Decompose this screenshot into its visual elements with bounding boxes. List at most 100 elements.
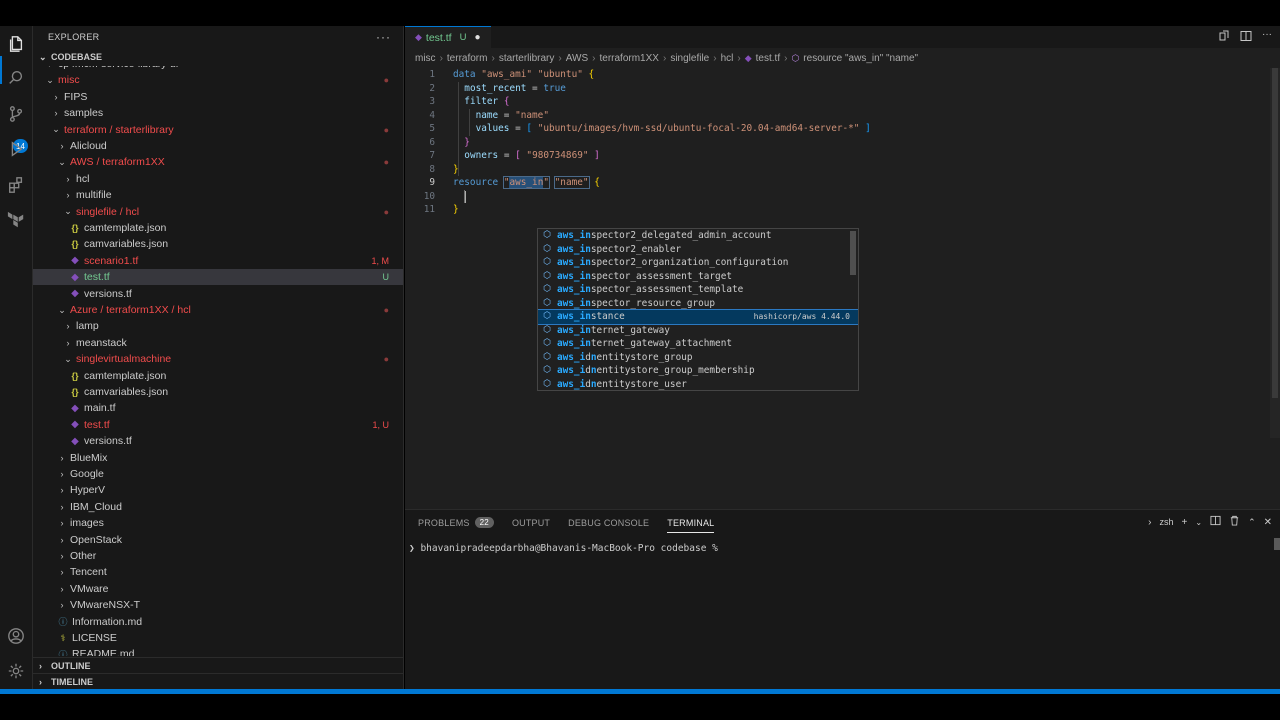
source-control-icon[interactable]	[6, 104, 26, 124]
tree-folder[interactable]: ⌄ singlevirtualmachine ●	[33, 351, 403, 367]
tree-file[interactable]: ◆ scenario1.tf 1, M	[33, 253, 403, 269]
tree-folder[interactable]: › Other	[33, 548, 403, 564]
suggestion-item[interactable]: ⬡ aws_i d n entitystore_user	[538, 378, 858, 391]
breadcrumb-item[interactable]: terraform1XX	[600, 53, 659, 64]
terraform-icon[interactable]	[6, 210, 26, 230]
breadcrumb-item[interactable]: singlefile	[670, 53, 709, 64]
tab-terminal[interactable]: TERMINAL	[667, 510, 715, 535]
suggestion-item[interactable]: ⬡ aws_in spector2_organization_configurati…	[538, 256, 858, 270]
chevron-right-icon: ›	[60, 485, 64, 496]
tree-file[interactable]: {} camtemplate.json	[33, 220, 403, 236]
tree-folder[interactable]: ›cp4mcm-service-library-ui	[33, 66, 403, 72]
symbol-class-icon: ⬡	[543, 338, 551, 348]
suggestion-item[interactable]: ⬡ aws_i d n entitystore_group	[538, 351, 858, 365]
tree-folder[interactable]: › meanstack	[33, 335, 403, 351]
split-terminal-icon[interactable]	[1210, 515, 1221, 529]
tree-folder[interactable]: › FIPS	[33, 89, 403, 105]
tab-debug-console[interactable]: DEBUG CONSOLE	[568, 510, 649, 535]
tree-file[interactable]: ◆ main.tf	[33, 400, 403, 416]
tree-folder[interactable]: ⌄ terraform / starterlibrary ●	[33, 122, 403, 138]
tree-file[interactable]: ◆ versions.tf	[33, 286, 403, 302]
tree-file[interactable]: {} camtemplate.json	[33, 368, 403, 384]
top-letterbox	[0, 0, 1280, 26]
suggestion-item[interactable]: ⬡ aws_in stance hashicorp/aws 4.44.0	[538, 309, 858, 325]
symbol-class-icon: ⬡	[543, 378, 551, 389]
more-actions-icon[interactable]: ···	[1262, 30, 1274, 42]
tree-file[interactable]: ⚕ LICENSE	[33, 630, 403, 646]
chevron-down-icon[interactable]: ⌄	[1195, 518, 1202, 527]
suggestion-item[interactable]: ⬡ aws_in spector_assessment_template	[538, 283, 858, 297]
tree-folder[interactable]: › lamp	[33, 318, 403, 334]
tree-folder[interactable]: › images	[33, 515, 403, 531]
outline-section[interactable]: › OUTLINE	[33, 657, 403, 673]
tree-folder[interactable]: › multifile	[33, 187, 403, 203]
tree-folder[interactable]: ⌄ misc ●	[33, 72, 403, 88]
tree-file[interactable]: ⓘ README.md	[33, 646, 403, 656]
tab-output[interactable]: OUTPUT	[512, 510, 550, 535]
terminal-scrollbar[interactable]	[1274, 538, 1280, 550]
trash-icon[interactable]	[1229, 515, 1240, 529]
unsaved-dot-icon[interactable]: ●	[474, 32, 480, 43]
tree-folder[interactable]: › Alicloud	[33, 138, 403, 154]
settings-gear-icon[interactable]	[6, 661, 26, 681]
run-debug-icon[interactable]	[6, 139, 26, 159]
open-changes-icon[interactable]	[1218, 30, 1230, 42]
tree-file[interactable]: ◆ test.tf 1, U	[33, 417, 403, 433]
tab-test-tf[interactable]: ◆ test.tf U ●	[405, 26, 491, 48]
code-editor[interactable]: 1 2 3 4 5 6 7 8 9 10 11 data "aws_ami" "ubuntu" { …	[405, 68, 1280, 509]
tree-folder[interactable]: › Tencent	[33, 564, 403, 580]
line-number: 2	[429, 82, 435, 94]
extensions-icon[interactable]	[6, 175, 26, 195]
timeline-section[interactable]: › TIMELINE	[33, 673, 403, 689]
tree-file[interactable]: {} camvariables.json	[33, 384, 403, 400]
tree-folder[interactable]: › hcl	[33, 171, 403, 187]
close-panel-icon[interactable]: ✕	[1264, 517, 1272, 528]
breadcrumb-item[interactable]: misc	[415, 53, 436, 64]
tree-folder[interactable]: ⌄ AWS / terraform1XX ●	[33, 154, 403, 170]
suggestion-item[interactable]: ⬡ aws_in spector2_delegated_admin_account	[538, 229, 858, 243]
tab-problems[interactable]: PROBLEMS 22	[418, 510, 494, 535]
tree-folder[interactable]: › VMware	[33, 581, 403, 597]
tree-file[interactable]: {} camvariables.json	[33, 236, 403, 252]
breadcrumb-separator-icon: ›	[662, 52, 667, 64]
files-icon[interactable]	[6, 34, 26, 54]
suggestion-item[interactable]: ⬡ aws_in ternet_gateway_attachment	[538, 337, 858, 351]
suggestion-item[interactable]: ⬡ aws_in spector2_enabler	[538, 243, 858, 257]
split-editor-icon[interactable]	[1240, 30, 1252, 42]
tree-folder[interactable]: › OpenStack	[33, 532, 403, 548]
breadcrumb-item[interactable]: resource "aws_in" "name"	[803, 53, 918, 64]
breadcrumb-item[interactable]: terraform	[447, 53, 488, 64]
shell-label[interactable]: zsh	[1160, 517, 1174, 527]
suggestion-label: spector_assessment_template	[590, 284, 744, 295]
suggestion-item[interactable]: ⬡ aws_in spector_resource_group	[538, 297, 858, 311]
tree-folder[interactable]: ⌄ singlefile / hcl ●	[33, 204, 403, 220]
maximize-panel-icon[interactable]: ⌃	[1248, 517, 1256, 528]
breadcrumb-item[interactable]: AWS	[566, 53, 588, 64]
suggestion-item[interactable]: ⬡ aws_in ternet_gateway	[538, 324, 858, 338]
tree-folder[interactable]: › VMwareNSX-T	[33, 597, 403, 613]
tree-folder[interactable]: › samples	[33, 105, 403, 121]
new-terminal-icon[interactable]: +	[1182, 517, 1188, 528]
tree-file[interactable]: ◆ versions.tf	[33, 433, 403, 449]
suggestion-item[interactable]: ⬡ aws_i d n entitystore_group_membership	[538, 364, 858, 378]
breadcrumb-item[interactable]: hcl	[721, 53, 734, 64]
tree-folder[interactable]: › Google	[33, 466, 403, 482]
terminal-prompt[interactable]: ❯ bhavanipradeepdarbha@Bhavanis-MacBook-…	[409, 543, 718, 554]
tree-file[interactable]: ◆ test.tf U	[33, 269, 403, 286]
tree-folder[interactable]: › IBM_Cloud	[33, 499, 403, 515]
search-icon[interactable]	[6, 68, 26, 88]
suggestion-item[interactable]: ⬡ aws_in spector_assessment_target	[538, 270, 858, 284]
editor-scrollbar-thumb[interactable]	[1272, 68, 1278, 398]
suggest-widget[interactable]: ⬡ aws_in spector2_delegated_admin_account ⬡…	[537, 228, 859, 391]
tree-file[interactable]: ⓘ Information.md	[33, 614, 403, 630]
tree-folder[interactable]: › BlueMix	[33, 450, 403, 466]
tree-folder[interactable]: ⌄ Azure / terraform1XX / hcl ●	[33, 302, 403, 318]
workspace-root[interactable]: ⌄ CODEBASE	[33, 48, 403, 66]
breadcrumb-item[interactable]: starterlibrary	[499, 53, 555, 64]
account-icon[interactable]	[6, 626, 26, 646]
problems-count-badge: 22	[474, 517, 494, 528]
chevron-right-icon: ›	[60, 469, 64, 479]
breadcrumb-item[interactable]: test.tf	[756, 53, 780, 64]
tree-folder[interactable]: › HyperV	[33, 482, 403, 498]
more-actions-icon[interactable]: ···	[376, 30, 391, 44]
